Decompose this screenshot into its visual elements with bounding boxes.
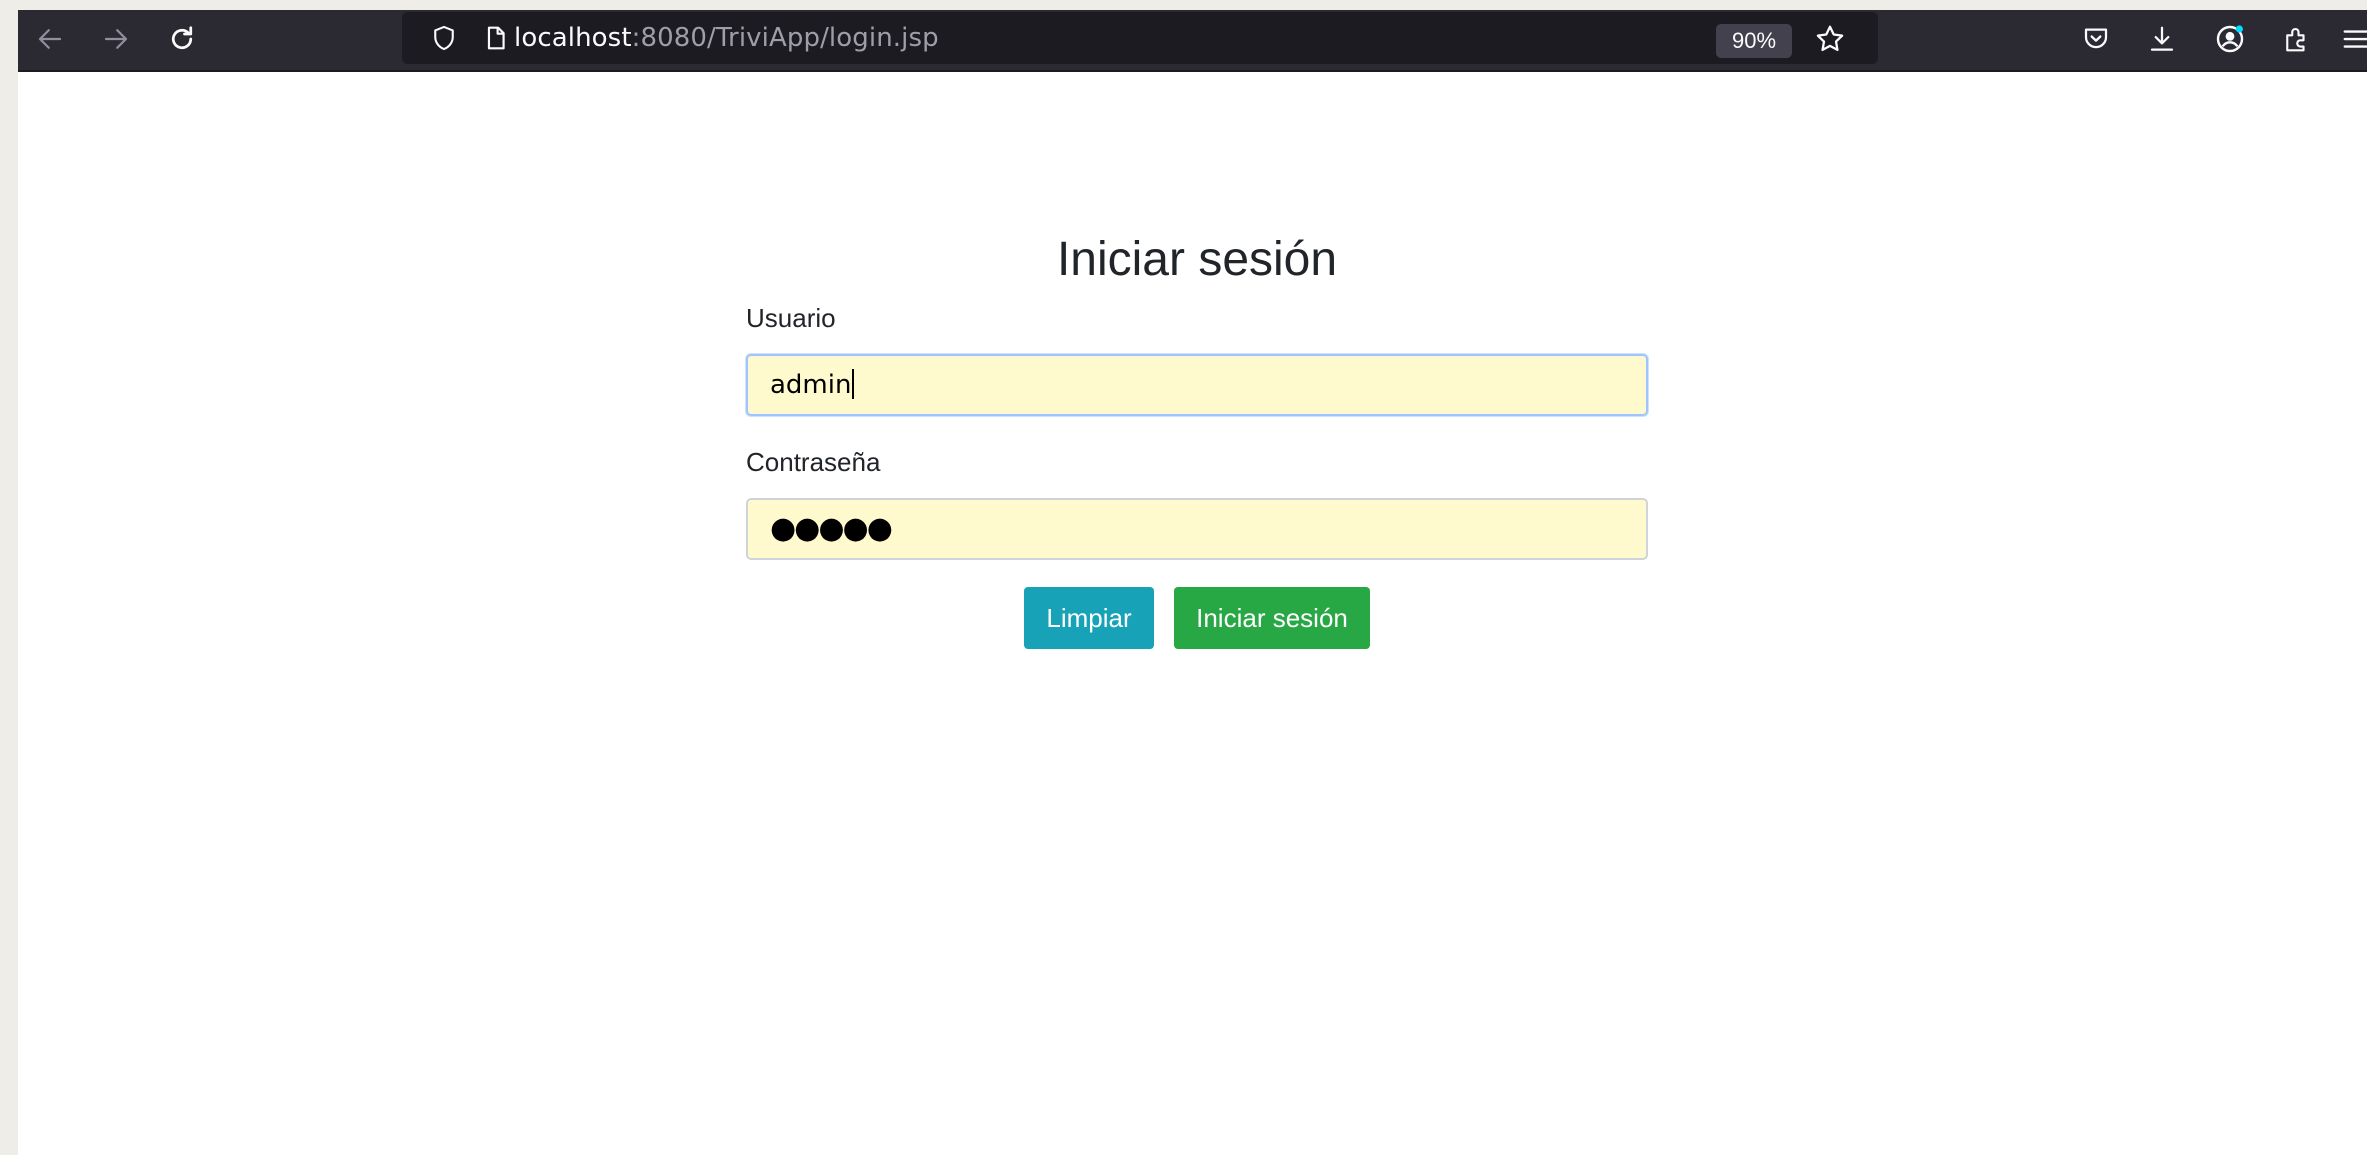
clear-button[interactable]: Limpiar (1024, 587, 1154, 649)
extensions-icon[interactable] (2276, 19, 2316, 59)
url-path: :8080/TriviApp/login.jsp (631, 23, 939, 53)
url-host: localhost (514, 23, 632, 53)
url-text[interactable]: localhost:8080/TriviApp/login.jsp (514, 23, 939, 53)
zoom-level-badge[interactable]: 90% (1716, 24, 1792, 58)
username-value: admin (770, 370, 852, 400)
password-mask: ●●●●● (770, 511, 893, 546)
download-icon[interactable] (2142, 19, 2182, 59)
page-icon[interactable] (482, 24, 510, 52)
menu-icon[interactable] (2336, 19, 2367, 59)
username-label: Usuario (746, 303, 836, 333)
login-submit-button[interactable]: Iniciar sesión (1174, 587, 1370, 649)
browser-window: localhost:8080/TriviApp/login.jsp 90% In… (18, 10, 2367, 1155)
text-cursor (852, 368, 855, 399)
page-title: Iniciar sesión (1056, 233, 1338, 286)
back-arrow-icon[interactable] (30, 19, 70, 59)
password-label: Contraseña (746, 447, 881, 477)
browser-toolbar: localhost:8080/TriviApp/login.jsp 90% (18, 10, 2367, 72)
shield-icon[interactable] (430, 24, 458, 52)
account-icon[interactable] (2210, 19, 2250, 59)
username-input[interactable]: admin (746, 354, 1648, 416)
bookmark-star-icon[interactable] (1810, 19, 1850, 59)
pocket-icon[interactable] (2076, 19, 2116, 59)
forward-arrow-icon[interactable] (96, 19, 136, 59)
password-input[interactable]: ●●●●● (746, 498, 1648, 560)
reload-icon[interactable] (162, 19, 202, 59)
